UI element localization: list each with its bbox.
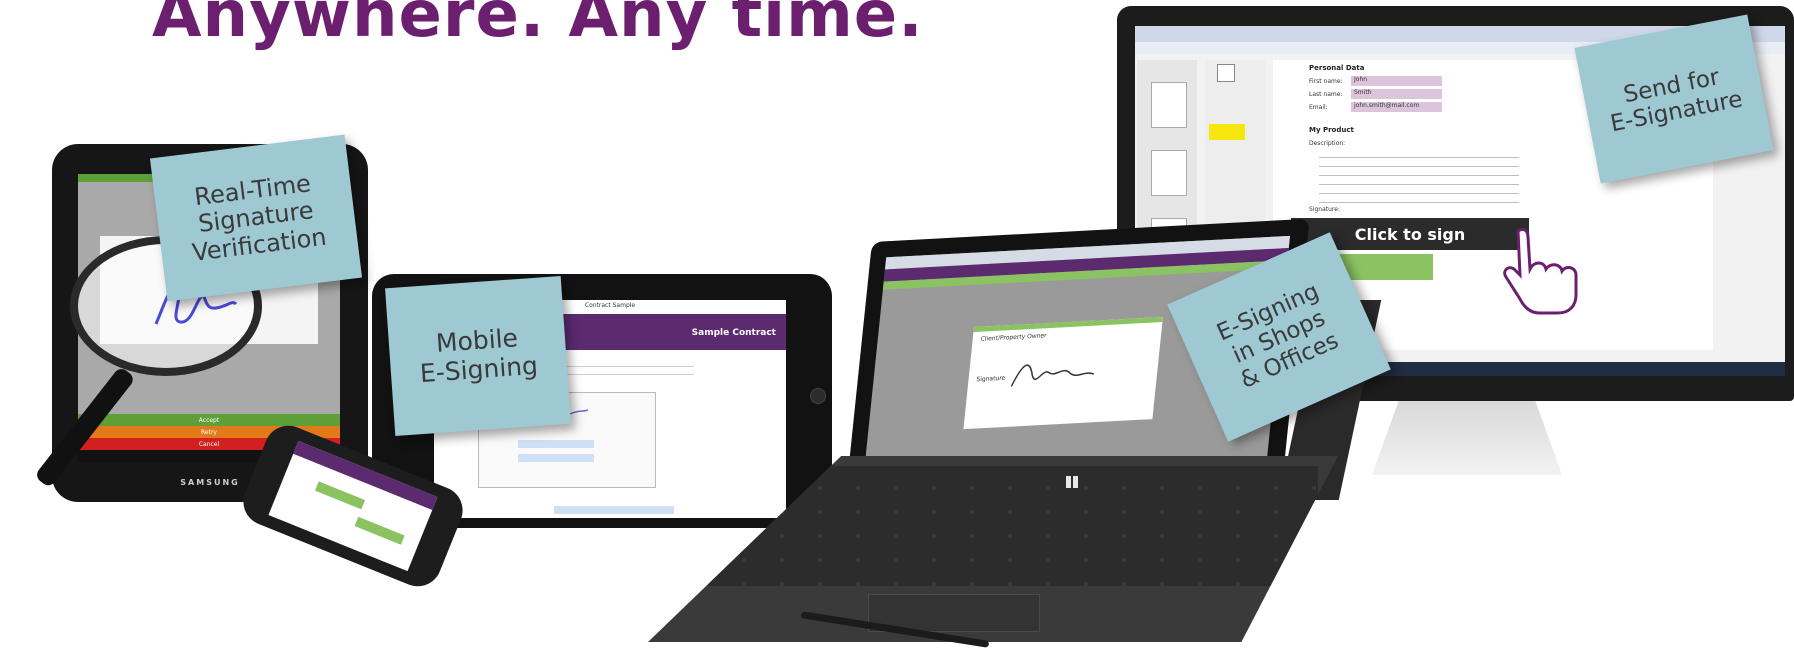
ipad-input-2[interactable] [518, 454, 594, 462]
ipad-contract-title: Sample Contract [691, 328, 776, 338]
email-field[interactable]: john.smith@mail.com [1351, 102, 1442, 112]
monitor-stand [1372, 401, 1562, 475]
ipad-home-button[interactable] [810, 388, 826, 404]
sticky-marker[interactable] [1209, 124, 1245, 140]
android-bar-accept[interactable]: Accept [78, 414, 340, 426]
section-my-product: My Product [1309, 126, 1354, 134]
retry-label: Retry [201, 428, 217, 436]
description-label: Description: [1309, 140, 1346, 147]
phone-green-field[interactable] [354, 516, 405, 545]
ipad-input-1[interactable] [518, 440, 594, 448]
cancel-label: Cancel [198, 440, 220, 448]
hand-pointer-icon [1503, 227, 1578, 315]
last-name-field[interactable]: Smith [1351, 89, 1442, 99]
accept-label: Accept [198, 416, 220, 424]
surface-signature-dialog[interactable]: Client/Property Owner Signature [963, 316, 1163, 430]
dialog-signature-icon [1010, 364, 1095, 387]
headline: Anywhere. Any time. [152, 0, 924, 52]
note-mobile-e-signing: Mobile E-Signing [385, 276, 571, 436]
click-to-sign-label: Click to sign [1354, 224, 1466, 244]
thumbnail[interactable] [1151, 150, 1187, 196]
thumbnail[interactable] [1151, 82, 1187, 128]
description-lines [1319, 152, 1519, 204]
last-name-label: Last name: [1309, 91, 1343, 98]
windows-logo-icon [1066, 476, 1078, 488]
checkbox-icon[interactable] [1217, 64, 1235, 82]
dialog-title: Client/Property Owner [980, 332, 1047, 343]
signature-label: Signature: [1309, 206, 1340, 213]
section-personal-data: Personal Data [1309, 64, 1365, 72]
email-label: Email: [1309, 104, 1328, 111]
note-real-time-verification: Real-Time Signature Verification [149, 134, 363, 302]
phone-green-field[interactable] [314, 481, 366, 510]
dialog-signature-label: Signature [976, 374, 1006, 384]
first-name-label: First name: [1309, 78, 1343, 85]
note-line: E-Signing [419, 350, 539, 389]
first-name-field[interactable]: John [1351, 76, 1442, 86]
ipad-footer-field[interactable] [554, 506, 674, 514]
